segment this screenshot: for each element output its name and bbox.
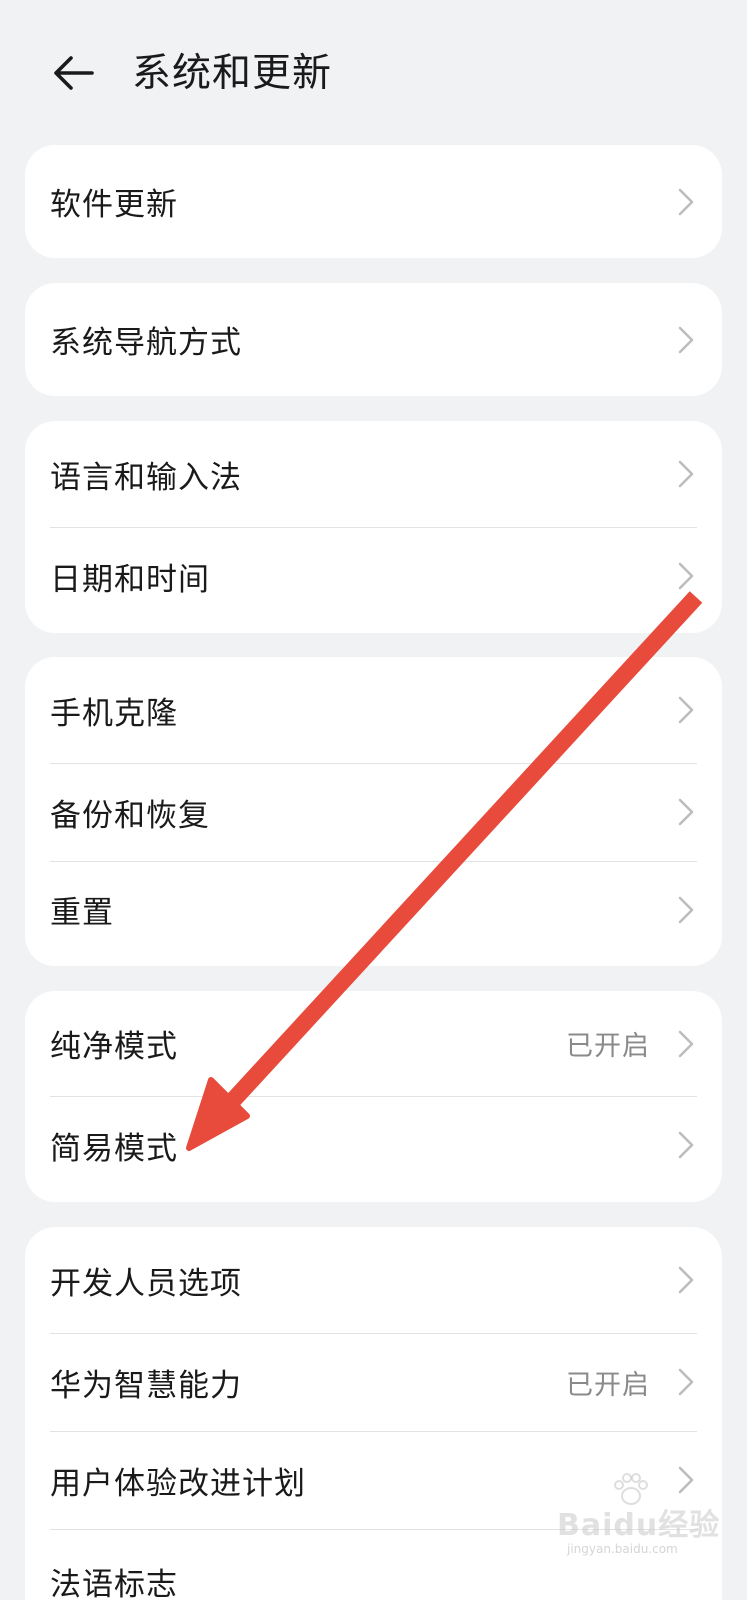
settings-item-system-navigation[interactable]: 系统导航方式 (25, 283, 722, 396)
settings-item-developer-options[interactable]: 开发人员选项 (25, 1227, 722, 1333)
chevron-right-icon (678, 1266, 694, 1294)
settings-item-huawei-intelligence[interactable]: 华为智慧能力 已开启 (25, 1333, 722, 1431)
settings-group-advanced: 开发人员选项 华为智慧能力 已开启 用户体验改进计划 法语标志 (25, 1227, 722, 1600)
settings-page: 系统和更新 软件更新 系统导航方式 语言和输入法 日期和时间 手机克隆 备份和恢… (0, 0, 747, 1600)
settings-item-date-time[interactable]: 日期和时间 (25, 527, 722, 633)
settings-item-label: 备份和恢复 (50, 797, 210, 834)
settings-item-pure-mode[interactable]: 纯净模式 已开启 (25, 991, 722, 1096)
settings-item-simple-mode[interactable]: 简易模式 (25, 1096, 722, 1202)
divider (50, 861, 697, 862)
chevron-right-icon (678, 1368, 694, 1396)
chevron-right-icon (678, 798, 694, 826)
settings-item-label: 日期和时间 (50, 561, 210, 598)
settings-group-software: 软件更新 (25, 145, 722, 258)
chevron-right-icon (678, 188, 694, 215)
settings-item-label: 简易模式 (50, 1130, 178, 1167)
chevron-right-icon (678, 696, 694, 724)
settings-group-backup: 手机克隆 备份和恢复 重置 (25, 657, 722, 966)
settings-item-backup-restore[interactable]: 备份和恢复 (25, 763, 722, 861)
status-value: 已开启 (566, 1369, 650, 1401)
settings-item-reset[interactable]: 重置 (25, 861, 722, 966)
chevron-right-icon (678, 326, 694, 353)
arrow-left-icon (54, 56, 94, 90)
settings-item-label: 重置 (50, 895, 114, 931)
page-title: 系统和更新 (132, 51, 333, 96)
settings-item-label: 语言和输入法 (50, 459, 242, 496)
settings-item-user-experience[interactable]: 用户体验改进计划 (25, 1431, 722, 1529)
chevron-right-icon (678, 1466, 694, 1494)
settings-group-modes: 纯净模式 已开启 简易模式 (25, 991, 722, 1202)
settings-item-legal[interactable]: 法语标志 (25, 1529, 722, 1600)
back-button[interactable] (44, 46, 104, 100)
settings-item-label: 华为智慧能力 (50, 1367, 242, 1404)
chevron-right-icon (678, 896, 694, 923)
settings-item-phone-clone[interactable]: 手机克隆 (25, 657, 722, 763)
chevron-right-icon (678, 1030, 694, 1057)
settings-group-navigation: 系统导航方式 (25, 283, 722, 396)
chevron-right-icon (678, 562, 694, 590)
chevron-right-icon (678, 1131, 694, 1159)
settings-item-label: 开发人员选项 (50, 1265, 242, 1302)
settings-item-software-update[interactable]: 软件更新 (25, 145, 722, 258)
chevron-right-icon (678, 460, 694, 488)
status-value: 已开启 (566, 1031, 650, 1062)
settings-group-language-time: 语言和输入法 日期和时间 (25, 421, 722, 633)
settings-item-label: 软件更新 (50, 187, 178, 223)
settings-item-label: 法语标志 (50, 1567, 178, 1600)
settings-item-label: 用户体验改进计划 (50, 1465, 306, 1502)
settings-item-language-input[interactable]: 语言和输入法 (25, 421, 722, 527)
settings-item-label: 手机克隆 (50, 695, 178, 732)
settings-item-label: 系统导航方式 (50, 325, 242, 361)
settings-item-label: 纯净模式 (50, 1029, 178, 1065)
header: 系统和更新 (0, 0, 747, 140)
